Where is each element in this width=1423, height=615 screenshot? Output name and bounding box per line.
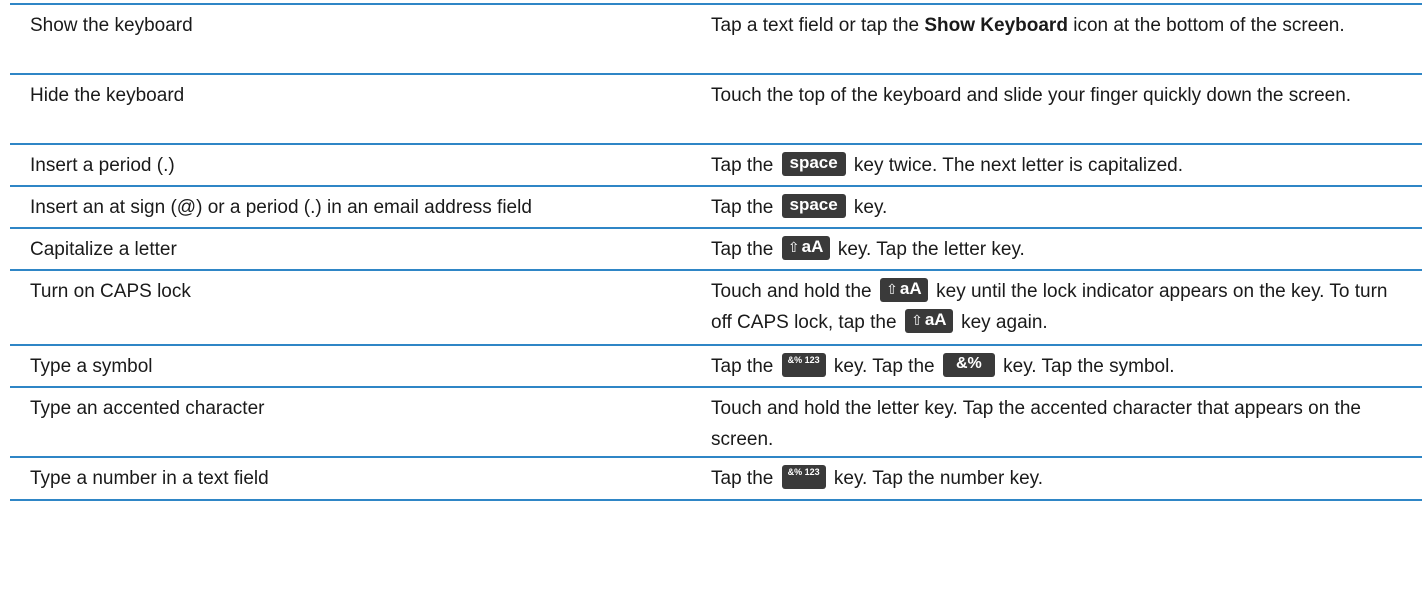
table-row: Show the keyboard Tap a text field or ta… (10, 3, 1422, 73)
table-row: Capitalize a letter Tap the ⇧ aA key. Tap… (10, 227, 1422, 269)
shift-arrow-icon: ⇧ (787, 238, 800, 255)
desc-text: key twice. The next letter is capitalize… (848, 155, 1184, 176)
desc-text: Touch and hold the letter key. Tap the a… (711, 398, 1361, 450)
desc-text: Tap the (711, 155, 779, 176)
desc-text: Tap the (711, 239, 779, 260)
desc-text: key again. (955, 312, 1048, 333)
description-cell: Tap the space key twice. The next letter… (711, 145, 1422, 185)
table-row: Type a number in a text field Tap the &%… (10, 456, 1422, 501)
task-cell: Insert a period (.) (30, 155, 175, 176)
description-cell: Tap the &% 123 key. Tap the &% key. Tap … (711, 346, 1422, 386)
shift-key-label: aA (924, 309, 947, 329)
task-cell: Type a number in a text field (30, 468, 269, 489)
desc-text: key. Tap the symbol. (997, 356, 1175, 377)
keyboard-actions-table: Show the keyboard Tap a text field or ta… (10, 3, 1422, 501)
shift-key-icon: ⇧ aA (904, 308, 953, 333)
description-cell: Tap the &% 123 key. Tap the number key. (711, 458, 1422, 499)
desc-text: Touch the top of the keyboard and slide … (711, 85, 1352, 106)
description-cell: Touch the top of the keyboard and slide … (711, 75, 1422, 143)
task-cell: Show the keyboard (30, 15, 193, 36)
shift-key-icon: ⇧ aA (879, 277, 928, 302)
description-cell: Tap the space key. (711, 187, 1422, 227)
shift-key-label: aA (801, 236, 824, 256)
symbol-123-key-icon: &% 123 (781, 352, 826, 377)
desc-text: key. (848, 197, 888, 218)
space-key-icon: space (781, 151, 846, 176)
desc-text: Touch and hold the (711, 281, 877, 302)
table-row: Insert a period (.) Tap the space key tw… (10, 143, 1422, 185)
space-key-icon: space (781, 193, 846, 218)
task-cell: Turn on CAPS lock (30, 281, 191, 302)
symbol-123-key-icon: &% 123 (781, 464, 826, 489)
description-cell: Touch and hold the ⇧ aA key until the loc… (711, 271, 1422, 344)
desc-text: key. Tap the number key. (828, 468, 1043, 489)
shift-key-icon: ⇧ aA (781, 235, 830, 260)
table-row: Type an accented character Touch and hol… (10, 386, 1422, 456)
task-cell: Type an accented character (30, 398, 265, 419)
desc-text: Tap the (711, 197, 779, 218)
task-cell: Capitalize a letter (30, 239, 177, 260)
shift-key-label: aA (899, 278, 922, 298)
table-row: Type a symbol Tap the &% 123 key. Tap th… (10, 344, 1422, 386)
task-cell: Hide the keyboard (30, 85, 185, 106)
symbol-key-icon: &% (942, 352, 995, 377)
desc-text: key. Tap the letter key. (832, 239, 1025, 260)
desc-text: Tap the (711, 468, 779, 489)
description-cell: Tap a text field or tap the Show Keyboar… (711, 5, 1422, 73)
task-cell: Type a symbol (30, 356, 153, 377)
desc-text: key. Tap the (828, 356, 940, 377)
shift-arrow-icon: ⇧ (911, 311, 923, 328)
table-row: Turn on CAPS lock Touch and hold the ⇧ aA… (10, 269, 1422, 344)
table-row: Hide the keyboard Touch the top of the k… (10, 73, 1422, 143)
description-cell: Touch and hold the letter key. Tap the a… (711, 388, 1422, 456)
shift-arrow-icon: ⇧ (886, 280, 898, 297)
desc-text: Tap a text field or tap the (711, 15, 925, 36)
description-cell: Tap the ⇧ aA key. Tap the letter key. (711, 229, 1422, 269)
task-cell: Insert an at sign (@) or a period (.) in… (30, 197, 532, 218)
desc-bold-text: Show Keyboard (924, 15, 1068, 36)
desc-text: Tap the (711, 356, 779, 377)
desc-text: icon at the bottom of the screen. (1067, 15, 1345, 36)
table-row: Insert an at sign (@) or a period (.) in… (10, 185, 1422, 227)
